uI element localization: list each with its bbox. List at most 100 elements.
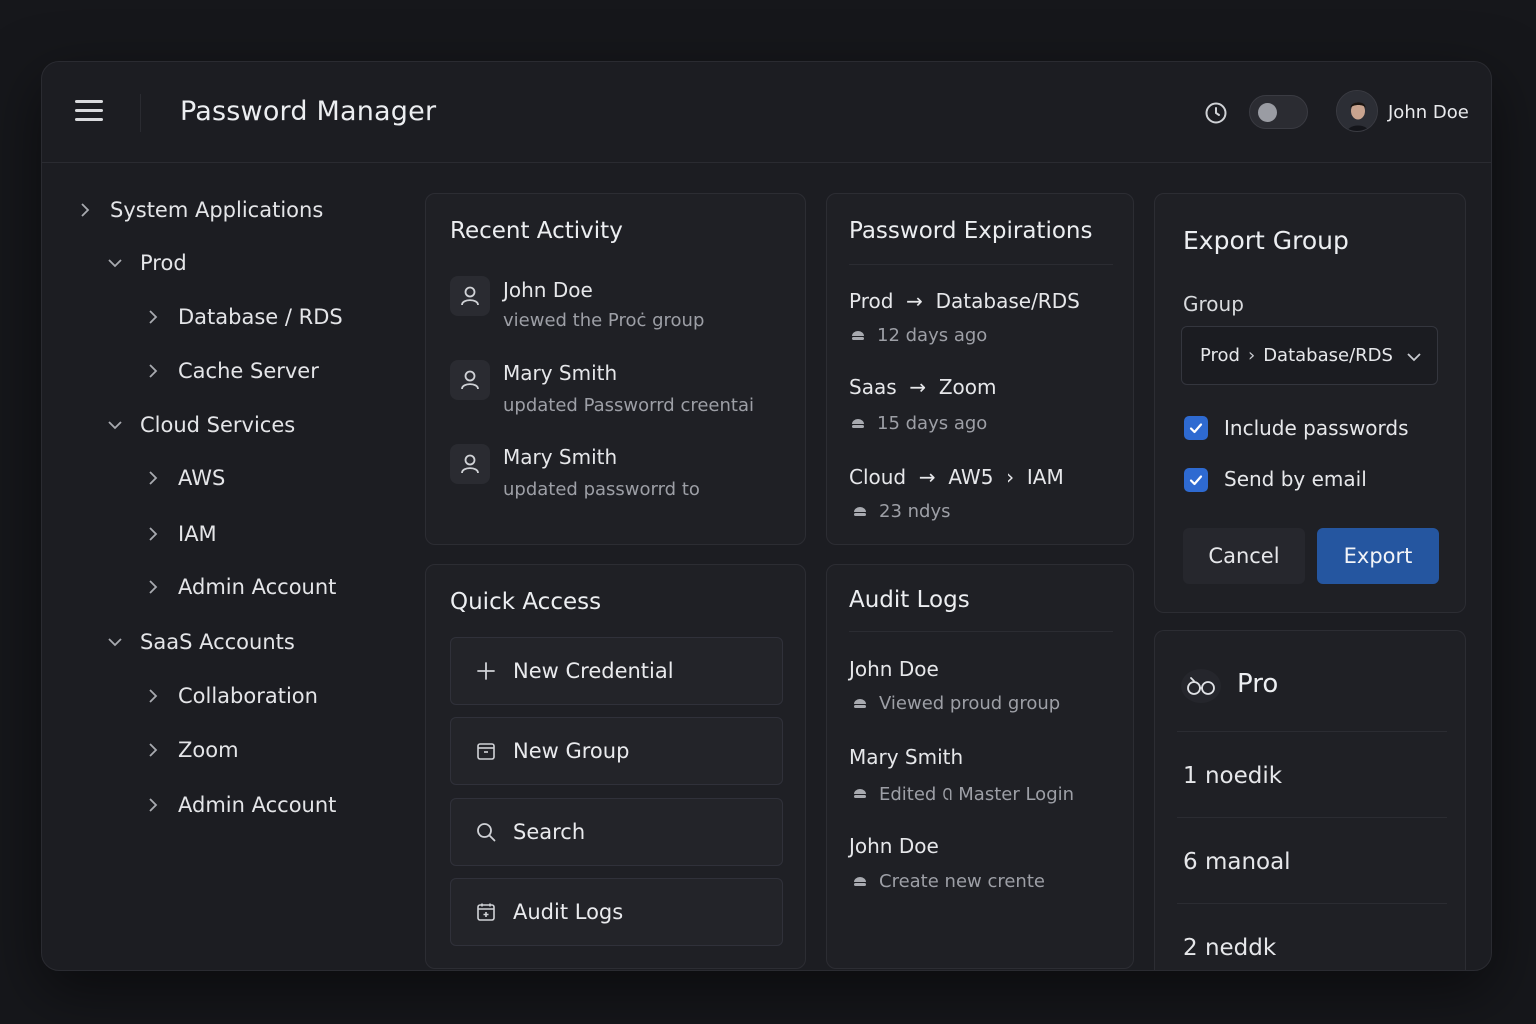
group-select-from: Prod (1200, 345, 1240, 366)
chevron-right-icon: › (1247, 345, 1256, 366)
audit-logs-label: Audit Logs (513, 900, 624, 924)
pro-stat: 2 neddk (1183, 935, 1277, 961)
sidebar-item-label: Collaboration (178, 684, 318, 708)
pro-stat: 1 noedik (1183, 763, 1283, 789)
group-select[interactable]: Prod › Database/RDS (1181, 326, 1438, 385)
theme-toggle[interactable] (1249, 95, 1308, 129)
search-button[interactable]: Search (450, 798, 783, 866)
header-divider (140, 94, 141, 132)
cancel-button[interactable]: Cancel (1183, 528, 1305, 584)
chevron-right-icon (149, 471, 158, 485)
sidebar-item-cloud-services[interactable]: Cloud Services (108, 413, 295, 437)
chevron-right-icon (149, 580, 158, 594)
chevron-right-icon (149, 527, 158, 541)
new-credential-button[interactable]: New Credential (450, 637, 783, 705)
audit-entry: Viewed proud group (853, 693, 1060, 714)
path-segment: Zoom (938, 375, 997, 399)
divider (1177, 731, 1447, 732)
status-dot-icon (852, 418, 864, 428)
group-select-to: Database/RDS (1263, 345, 1393, 366)
export-group-title: Export Group (1183, 226, 1349, 255)
audit-user-name: Mary Smith (849, 745, 964, 769)
export-group-card: Export Group Group Prod › Database/RDS I… (1154, 193, 1466, 613)
expiration-time-text: 12 days ago (877, 325, 988, 346)
sidebar-item-admin-account-saas[interactable]: Admin Account (146, 793, 336, 817)
sidebar-item-system-applications[interactable]: System Applications (78, 198, 323, 222)
chevron-right-icon (149, 798, 158, 812)
sidebar-item-cache-server[interactable]: Cache Server (146, 359, 319, 383)
app-title: Password Manager (180, 96, 437, 127)
status-dot-icon (854, 789, 866, 798)
chevron-down-icon (108, 259, 122, 268)
avatar[interactable] (1336, 90, 1378, 132)
activity-user-name: Mary Smith (503, 361, 618, 385)
sidebar-item-label: Admin Account (178, 575, 337, 599)
user-name[interactable]: John Doe (1388, 102, 1469, 123)
user-icon (450, 444, 490, 484)
expiration-time: 23 ndys (853, 501, 951, 522)
divider (849, 631, 1113, 632)
activity-user-name: Mary Smith (503, 445, 618, 469)
path-segment: AW5 (948, 465, 994, 489)
expiration-time: 12 days ago (851, 325, 987, 346)
sidebar-item-aws[interactable]: AWS (146, 466, 225, 490)
sidebar-item-collaboration[interactable]: Collaboration (146, 684, 318, 708)
path-segment: Saas (849, 375, 897, 399)
include-passwords-checkbox[interactable] (1184, 416, 1208, 440)
hamburger-menu-icon[interactable] (75, 100, 103, 124)
sidebar-item-saas-accounts[interactable]: SaaS Accounts (108, 630, 295, 654)
audit-logs-button[interactable]: Audit Logs (450, 878, 783, 946)
status-dot-icon (854, 876, 866, 886)
toggle-knob (1258, 103, 1277, 122)
sidebar-item-iam[interactable]: IAM (146, 522, 217, 546)
password-expirations-title: Password Expirations (849, 218, 1093, 244)
audit-description: Create new crente (879, 871, 1045, 892)
sidebar-item-prod[interactable]: Prod (108, 251, 187, 275)
group-label: Group (1183, 292, 1244, 316)
recent-activity-card: Recent Activity John Doe viewed the Proċ… (425, 193, 806, 545)
folder-icon (477, 743, 495, 760)
app-window: Password Manager John Doe System Applica… (41, 61, 1492, 971)
audit-entry: Create new crente (853, 871, 1045, 892)
send-by-email-checkbox[interactable] (1184, 468, 1208, 492)
path-segment: Cloud (849, 465, 907, 489)
expiration-path[interactable]: Prod → Database/RDS (849, 289, 1080, 313)
send-by-email-label[interactable]: Send by email (1224, 467, 1367, 491)
expiration-path[interactable]: Saas → Zoom (849, 375, 997, 399)
export-button[interactable]: Export (1317, 528, 1439, 584)
clock-icon[interactable] (1204, 101, 1228, 125)
path-segment: Database/RDS (935, 289, 1080, 313)
chevron-down-icon (1407, 353, 1421, 362)
expiration-time-text: 15 days ago (877, 413, 988, 434)
sidebar-item-label: IAM (178, 522, 217, 546)
pro-card: Pro 1 noedik 6 manoal 2 neddk (1154, 630, 1466, 970)
sidebar-item-label: AWS (178, 466, 226, 490)
new-group-button[interactable]: New Group (450, 717, 783, 785)
chevron-down-icon (108, 638, 122, 647)
chevron-right-icon (149, 310, 158, 324)
divider (1177, 817, 1447, 818)
chevron-down-icon (108, 421, 122, 430)
audit-description: Edited ꢡ Master Login (879, 784, 1075, 805)
sidebar-item-database-rds[interactable]: Database / RDS (146, 305, 343, 329)
audit-user-name: John Doe (849, 657, 939, 681)
sidebar-item-admin-account[interactable]: Admin Account (146, 575, 336, 599)
activity-description: viewed the Proċ group (503, 310, 705, 331)
audit-user-name: John Doe (849, 834, 939, 858)
search-label: Search (513, 820, 586, 844)
arrow-right-icon: → (903, 375, 933, 399)
expiration-path[interactable]: Cloud → AW5 › IAM (849, 465, 1064, 489)
sidebar-item-zoom[interactable]: Zoom (146, 738, 239, 762)
audit-entry: Edited ꢡ Master Login (853, 782, 1074, 806)
include-passwords-label[interactable]: Include passwords (1224, 416, 1409, 440)
quick-access-card: Quick Access New Credential New Group Se… (425, 564, 806, 969)
new-group-label: New Group (513, 739, 630, 763)
path-segment: Prod (849, 289, 894, 313)
sidebar-item-label: SaaS Accounts (140, 630, 295, 654)
password-expirations-card: Password Expirations Prod → Database/RDS… (826, 193, 1134, 545)
expiration-time-text: 23 ndys (879, 501, 951, 522)
glasses-icon (1181, 669, 1221, 703)
audit-logs-card: Audit Logs John Doe Viewed proud group M… (826, 564, 1134, 969)
divider (1177, 903, 1447, 904)
divider (849, 264, 1113, 265)
